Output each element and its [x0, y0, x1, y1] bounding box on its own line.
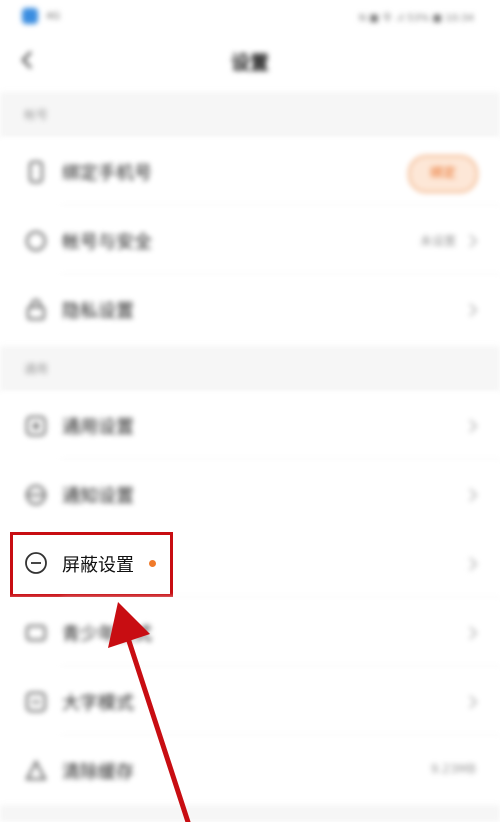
row-general[interactable]: 通用设置 — [0, 392, 500, 460]
section-account: 帐号 — [0, 92, 500, 138]
row-value: 未设置 — [419, 234, 456, 248]
status-bar: 4G N ■ 令 .ıl 53% ■ 10:34 — [0, 0, 500, 32]
row-privacy[interactable]: 隐私设置 — [0, 276, 500, 344]
section-title: 通用 — [24, 362, 49, 376]
app-badge-icon — [22, 8, 38, 24]
page-title: 设置 — [230, 52, 269, 74]
chevron-right-icon — [469, 303, 478, 317]
row-label: 大字模式 — [62, 693, 134, 714]
network-label: 4G — [46, 10, 61, 22]
chevron-right-icon — [469, 626, 478, 640]
highlight-box — [10, 532, 173, 597]
chevron-right-icon — [469, 419, 478, 433]
status-left: 4G — [22, 8, 60, 24]
row-value: 9.23MB — [430, 762, 476, 776]
status-indicators: N ■ 令 .ıl 53% ■ 10:34 — [358, 13, 474, 24]
section-general: 通用 — [0, 346, 500, 392]
row-label: 绑定手机号 — [62, 163, 152, 184]
settings-icon — [26, 416, 46, 436]
row-label: 隐私设置 — [62, 301, 134, 322]
row-account-security[interactable]: 帐号与安全 未设置 — [0, 207, 500, 275]
chevron-right-icon — [469, 557, 478, 571]
row-label: 帐号与安全 — [62, 232, 152, 253]
row-bind-phone[interactable]: 绑定手机号 绑定 — [0, 138, 500, 206]
phone-icon — [29, 161, 43, 183]
broom-icon — [25, 759, 47, 780]
chevron-right-icon — [469, 234, 478, 248]
row-large-font[interactable]: 大字模式 — [0, 668, 500, 736]
video-icon — [26, 625, 46, 641]
bind-button[interactable]: 绑定 — [408, 155, 478, 193]
text-size-icon — [26, 692, 46, 712]
chevron-right-icon — [469, 488, 478, 502]
header: 设置 — [0, 32, 500, 88]
row-teen-mode[interactable]: 青少年模式 — [0, 599, 500, 667]
row-clear-cache[interactable]: 清除缓存 9.23MB — [0, 737, 500, 805]
chevron-right-icon — [469, 695, 478, 709]
lock-icon — [27, 299, 45, 320]
row-label: 清除缓存 — [62, 762, 134, 783]
section-partial — [0, 805, 500, 822]
bell-icon — [26, 485, 46, 505]
row-notification[interactable]: 通知设置 — [0, 461, 500, 529]
shield-icon — [26, 231, 46, 251]
row-label: 青少年模式 — [62, 624, 152, 645]
row-label: 通知设置 — [62, 486, 134, 507]
section-title: 帐号 — [24, 108, 49, 122]
row-label: 通用设置 — [62, 417, 134, 438]
